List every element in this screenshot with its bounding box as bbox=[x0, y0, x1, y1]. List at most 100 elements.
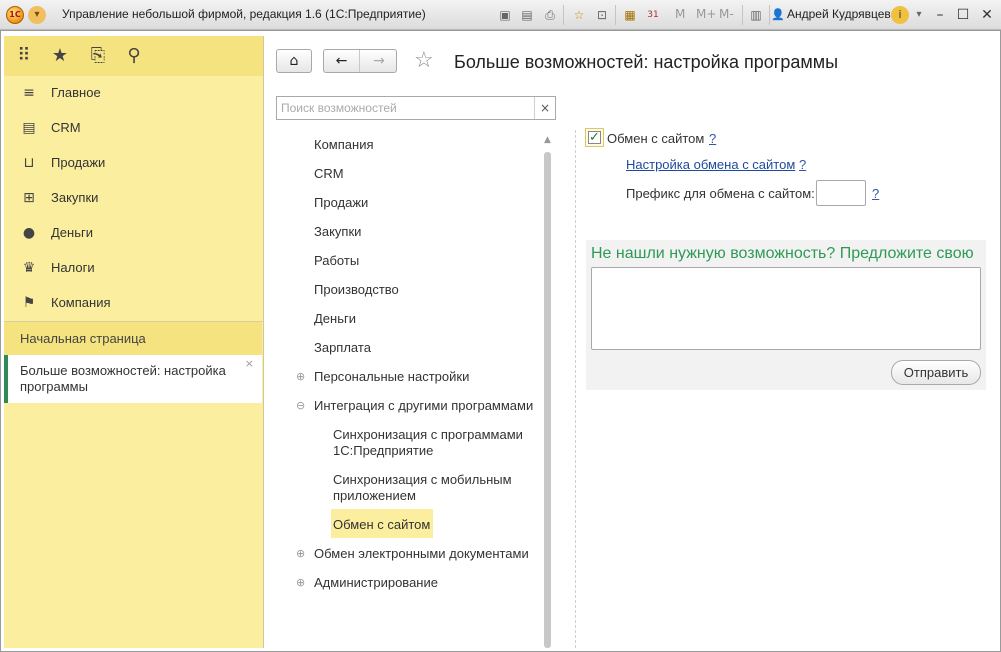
cart-icon: ⊞ bbox=[23, 190, 35, 206]
tree-item[interactable]: Обмен электронными документами bbox=[314, 546, 529, 562]
main-menu-dropdown-icon[interactable]: ▾ bbox=[28, 6, 46, 24]
nav-back-forward: ← → bbox=[323, 49, 397, 73]
sidebar-item-crm[interactable]: ▤ CRM bbox=[4, 111, 263, 146]
exchange-settings-link[interactable]: Настройка обмена с сайтом bbox=[626, 157, 795, 172]
help-link[interactable]: ? bbox=[872, 186, 879, 201]
sidebar-item-sales[interactable]: ⊔ Продажи bbox=[4, 146, 263, 181]
sidebar-item-label: Закупки bbox=[51, 190, 99, 205]
open-form-label: Больше возможностей: настройка программы bbox=[20, 363, 226, 394]
flag-icon: ⚑ bbox=[22, 295, 36, 311]
sidebar-item-purchases[interactable]: ⊞ Закупки bbox=[4, 181, 263, 216]
save-icon[interactable]: ▣ bbox=[496, 6, 514, 24]
preview-icon[interactable]: ▤ bbox=[518, 6, 536, 24]
tree-scrollbar[interactable] bbox=[544, 152, 551, 648]
ruble-coin-icon: ● bbox=[22, 225, 36, 241]
memory-minus-button[interactable]: M- bbox=[719, 7, 734, 21]
title-bar: 1С ▾ Управление небольшой фирмой, редакц… bbox=[0, 0, 1001, 30]
clear-search-icon[interactable]: × bbox=[534, 97, 555, 119]
tree-item[interactable]: Администрирование bbox=[314, 575, 438, 591]
sidebar-item-label: Продажи bbox=[51, 155, 106, 170]
toolbar-separator bbox=[563, 5, 564, 25]
panel-divider bbox=[575, 130, 576, 648]
user-icon: 👤 bbox=[771, 8, 785, 21]
minimize-button[interactable]: – bbox=[929, 4, 951, 26]
eagle-emblem-icon: ♛ bbox=[22, 260, 36, 276]
app-logo-icon[interactable]: 1С bbox=[6, 6, 24, 24]
print-icon[interactable]: ⎙ bbox=[541, 6, 559, 24]
window-title: Управление небольшой фирмой, редакция 1.… bbox=[62, 7, 426, 21]
sidebar-item-money[interactable]: ● Деньги bbox=[4, 216, 263, 251]
memory-button[interactable]: M bbox=[675, 7, 685, 21]
tree-item[interactable]: Зарплата bbox=[314, 340, 371, 356]
history-icon[interactable]: ⎘ bbox=[86, 44, 110, 68]
toolbar-separator bbox=[615, 5, 616, 25]
tree-subitem[interactable]: Синхронизация с программами 1С:Предприят… bbox=[333, 427, 538, 459]
sidebar-item-label: Компания bbox=[51, 295, 111, 310]
exchange-checkbox-label[interactable]: Обмен с сайтом bbox=[607, 131, 704, 146]
tree-item[interactable]: Работы bbox=[314, 253, 359, 269]
info-dropdown-icon[interactable]: ▾ bbox=[910, 6, 928, 24]
tree-item[interactable]: Компания bbox=[314, 137, 374, 153]
sidebar-item-label: Деньги bbox=[51, 225, 93, 240]
start-page-label: Начальная страница bbox=[20, 331, 146, 346]
all-functions-grid-icon[interactable]: ⠿ bbox=[12, 44, 36, 68]
start-page-tab[interactable]: Начальная страница bbox=[4, 322, 262, 356]
expand-icon[interactable]: ⊕ bbox=[296, 547, 305, 560]
expand-icon[interactable]: ⊕ bbox=[296, 576, 305, 589]
memory-plus-button[interactable]: M+ bbox=[696, 7, 716, 21]
sidebar-item-main[interactable]: ≡ Главное bbox=[4, 76, 263, 111]
tree-item[interactable]: CRM bbox=[314, 166, 344, 182]
send-button[interactable]: Отправить bbox=[891, 360, 981, 385]
toolbar-separator bbox=[769, 5, 770, 25]
search-icon[interactable]: ⚲ bbox=[122, 44, 146, 68]
info-icon[interactable]: i bbox=[891, 6, 909, 24]
tree-item[interactable]: Деньги bbox=[314, 311, 356, 327]
expand-icon[interactable]: ⊕ bbox=[296, 370, 305, 383]
sidebar-item-taxes[interactable]: ♛ Налоги bbox=[4, 251, 263, 286]
maximize-button[interactable]: ☐ bbox=[952, 4, 974, 26]
help-link[interactable]: ? bbox=[799, 157, 806, 172]
tree-subitem-selected[interactable]: Обмен с сайтом bbox=[333, 517, 430, 533]
page-title: Больше возможностей: настройка программы bbox=[454, 52, 839, 72]
tree-subitem[interactable]: Синхронизация с мобильным приложением bbox=[333, 472, 538, 504]
tree-item[interactable]: Интеграция с другими программами bbox=[314, 398, 533, 414]
suggest-title: Не нашли нужную возможность? Предложите … bbox=[591, 245, 974, 262]
panels-layout-icon[interactable]: ▥ bbox=[747, 6, 765, 24]
suggest-textarea[interactable] bbox=[591, 267, 981, 350]
open-form-tab[interactable]: Больше возможностей: настройка программы… bbox=[4, 355, 262, 403]
sections-panel: ⠿ ★ ⎘ ⚲ ≡ Главное ▤ CRM ⊔ Продажи ⊞ Заку… bbox=[4, 36, 264, 648]
tree-item[interactable]: Закупки bbox=[314, 224, 361, 240]
home-button[interactable]: ⌂ bbox=[276, 49, 312, 73]
tree-item[interactable]: Персональные настройки bbox=[314, 369, 469, 385]
calendar-icon[interactable]: 31 bbox=[644, 6, 662, 24]
sidebar-item-label: Налоги bbox=[51, 260, 95, 275]
checkmark-icon: ✓ bbox=[588, 130, 601, 145]
prefix-label: Префикс для обмена с сайтом: bbox=[626, 186, 815, 201]
forward-arrow-icon[interactable]: → bbox=[361, 50, 397, 72]
id-card-icon: ▤ bbox=[22, 120, 36, 136]
tree-item[interactable]: Продажи bbox=[314, 195, 368, 211]
close-button[interactable]: ✕ bbox=[976, 4, 998, 26]
sidebar-item-label: CRM bbox=[51, 120, 81, 135]
search-input[interactable] bbox=[277, 97, 535, 119]
toolbar-separator bbox=[742, 5, 743, 25]
add-favorite-icon[interactable]: ☆ bbox=[570, 6, 588, 24]
scroll-up-arrow-icon[interactable]: ▲ bbox=[544, 135, 551, 145]
prefix-input[interactable] bbox=[816, 180, 866, 206]
collapse-icon[interactable]: ⊖ bbox=[296, 399, 305, 412]
calculator-icon[interactable]: ▦ bbox=[621, 6, 639, 24]
user-name[interactable]: Андрей Кудрявцев bbox=[787, 7, 891, 21]
tree-item[interactable]: Производство bbox=[314, 282, 399, 298]
sidebar-item-company[interactable]: ⚑ Компания bbox=[4, 286, 263, 321]
suggest-feature-panel: Не нашли нужную возможность? Предложите … bbox=[586, 240, 986, 390]
main-form: ⌂ ← → ☆ Больше возможностей: настройка п… bbox=[265, 36, 997, 648]
exchange-checkbox[interactable]: ✓ bbox=[585, 128, 604, 147]
close-tab-icon[interactable]: × bbox=[245, 357, 254, 370]
history-icon[interactable]: ⊡ bbox=[593, 6, 611, 24]
favorites-star-icon[interactable]: ★ bbox=[48, 44, 72, 68]
favorite-star-icon[interactable]: ☆ bbox=[414, 48, 434, 73]
sidebar-item-label: Главное bbox=[51, 85, 101, 100]
back-arrow-icon[interactable]: ← bbox=[324, 50, 360, 72]
sidebar-toolbar: ⠿ ★ ⎘ ⚲ bbox=[4, 36, 263, 76]
help-link[interactable]: ? bbox=[709, 131, 716, 146]
